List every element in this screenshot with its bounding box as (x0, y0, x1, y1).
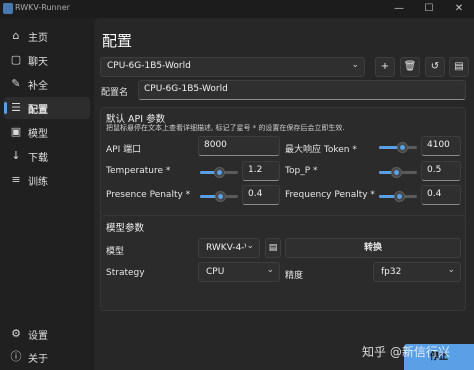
top-p-label: Top_P * (285, 166, 318, 176)
sidebar-item-label: 聊天 (28, 57, 48, 68)
max-tokens-label: 最大响应 Token * (285, 145, 357, 155)
frequency-penalty-slider[interactable] (379, 191, 417, 202)
api-params-description: 把鼠标悬停在文本上查看详细描述, 标记了星号 * 的设置在保存后会立即生效. (106, 124, 345, 132)
api-port-value: 8000 (204, 140, 227, 150)
api-params-card: 默认 API 参数 把鼠标悬停在文本上查看详细描述, 标记了星号 * 的设置在保… (100, 107, 466, 227)
api-port-label: API 端口 (106, 145, 142, 155)
preset-select[interactable]: CPU-6G-1B5-World ⌄ (100, 57, 365, 77)
document-edit-icon: ✎ (11, 77, 21, 90)
presence-penalty-slider[interactable] (200, 191, 238, 202)
sidebar-item-label: 模型 (28, 129, 48, 140)
sidebar-item-completion[interactable]: ✎ 补全 (4, 73, 90, 95)
slider-thumb[interactable] (394, 191, 406, 202)
save-config-button[interactable]: ▤ (449, 57, 469, 77)
main-panel: 配置 CPU-6G-1B5-World ⌄ + 🗑 ↺ ▤ 配置名 CPU-6G… (94, 18, 474, 370)
folder-icon: ▤ (268, 243, 278, 253)
training-icon: ≡ (11, 173, 21, 186)
trash-icon: 🗑 (403, 61, 417, 72)
page-title: 配置 (102, 32, 133, 50)
open-model-folder-button[interactable]: ▤ (265, 238, 281, 258)
sidebar-item-label: 训练 (28, 177, 48, 188)
config-name-input[interactable]: CPU-6G-1B5-World (138, 80, 466, 100)
delete-config-button[interactable]: 🗑 (400, 57, 420, 77)
config-name-label: 配置名 (101, 88, 129, 98)
sidebar-item-label: 关于 (28, 354, 48, 365)
gear-icon: ⚙ (11, 327, 21, 340)
app-logo-icon (3, 3, 13, 14)
sidebar-item-label: 下载 (28, 153, 48, 164)
close-button[interactable]: ✕ (444, 0, 474, 18)
strategy-label: Strategy (106, 268, 145, 278)
window-title: RWKV-Runner (15, 3, 70, 12)
preset-value: CPU-6G-1B5-World (107, 61, 191, 71)
frequency-penalty-value: 0.4 (427, 189, 442, 199)
undo-icon: ↺ (430, 61, 440, 72)
temperature-input[interactable]: 1.2 (242, 161, 280, 181)
title-bar: RWKV-Runner — ☐ ✕ (0, 0, 474, 18)
sidebar-item-label: 设置 (28, 331, 48, 342)
download-icon: ↓ (11, 149, 21, 162)
max-tokens-value: 4100 (427, 140, 450, 150)
sidebar-item-downloads[interactable]: ↓ 下载 (4, 145, 90, 167)
reset-config-button[interactable]: ↺ (425, 57, 445, 77)
api-port-input[interactable]: 8000 (198, 136, 280, 156)
sidebar-item-settings[interactable]: ⚙ 设置 (4, 323, 90, 345)
model-params-card: 模型参数 模型 RWKV-4-\ ⌄ ▤ 转换 Strategy CPU ⌄ 精… (100, 215, 466, 311)
add-config-button[interactable]: + (375, 57, 395, 77)
sidebar-item-home[interactable]: ⌂ 主页 (4, 25, 90, 47)
sidebar-item-label: 配置 (28, 105, 48, 116)
top-p-slider[interactable] (379, 167, 417, 178)
slider-thumb[interactable] (215, 191, 227, 202)
sliders-icon: ☰ (11, 101, 21, 114)
precision-label: 精度 (285, 271, 304, 281)
slider-thumb[interactable] (213, 167, 225, 178)
strategy-value: CPU (206, 267, 225, 277)
watermark: 知乎 @新信行兴 (362, 345, 450, 359)
strategy-select[interactable]: CPU ⌄ (198, 262, 280, 282)
max-tokens-slider[interactable] (379, 142, 417, 153)
plus-icon: + (380, 61, 390, 72)
chevron-down-icon: ⌄ (351, 60, 359, 70)
info-icon: ⓘ (10, 350, 22, 363)
presence-penalty-label: Presence Penalty * (106, 190, 191, 200)
frequency-penalty-label: Frequency Penalty * (285, 190, 375, 200)
top-p-input[interactable]: 0.5 (421, 161, 461, 181)
slider-thumb[interactable] (390, 167, 402, 178)
model-label: 模型 (106, 247, 125, 257)
active-indicator (4, 102, 7, 114)
temperature-slider[interactable] (200, 167, 238, 178)
sidebar-item-about[interactable]: ⓘ 关于 (4, 346, 90, 368)
sidebar: ⌂ 主页 ▢ 聊天 ✎ 补全 ☰ 配置 ▣ 模型 ↓ 下载 ≡ 训练 ⚙ 设置 … (0, 18, 94, 370)
sidebar-item-label: 主页 (28, 33, 48, 44)
home-icon: ⌂ (12, 29, 20, 42)
chevron-down-icon: ⌄ (266, 265, 274, 275)
model-icon: ▣ (10, 125, 22, 138)
slider-thumb[interactable] (397, 142, 409, 153)
sidebar-item-training[interactable]: ≡ 训练 (4, 169, 90, 191)
maximize-button[interactable]: ☐ (414, 0, 444, 18)
sidebar-item-models[interactable]: ▣ 模型 (4, 121, 90, 143)
minimize-button[interactable]: — (384, 0, 414, 18)
temperature-value: 1.2 (248, 165, 263, 175)
precision-select[interactable]: fp32 ⌄ (373, 262, 461, 282)
chevron-down-icon: ⌄ (447, 265, 455, 275)
config-name-value: CPU-6G-1B5-World (144, 84, 228, 94)
model-select[interactable]: RWKV-4-\ ⌄ (198, 238, 260, 258)
temperature-label: Temperature * (106, 166, 171, 176)
top-p-value: 0.5 (427, 165, 442, 175)
chat-icon: ▢ (10, 53, 22, 66)
max-tokens-input[interactable]: 4100 (421, 136, 461, 156)
sidebar-item-config[interactable]: ☰ 配置 (4, 97, 90, 119)
save-icon: ▤ (454, 61, 464, 72)
precision-value: fp32 (381, 267, 402, 277)
model-params-title: 模型参数 (106, 223, 145, 234)
frequency-penalty-input[interactable]: 0.4 (421, 185, 461, 205)
chevron-down-icon: ⌄ (246, 241, 254, 251)
presence-penalty-input[interactable]: 0.4 (242, 185, 280, 205)
model-value: RWKV-4-\ (206, 243, 246, 253)
sidebar-item-label: 补全 (28, 81, 48, 92)
convert-button[interactable]: 转换 (285, 238, 461, 258)
presence-penalty-value: 0.4 (248, 189, 263, 199)
sidebar-item-chat[interactable]: ▢ 聊天 (4, 49, 90, 71)
